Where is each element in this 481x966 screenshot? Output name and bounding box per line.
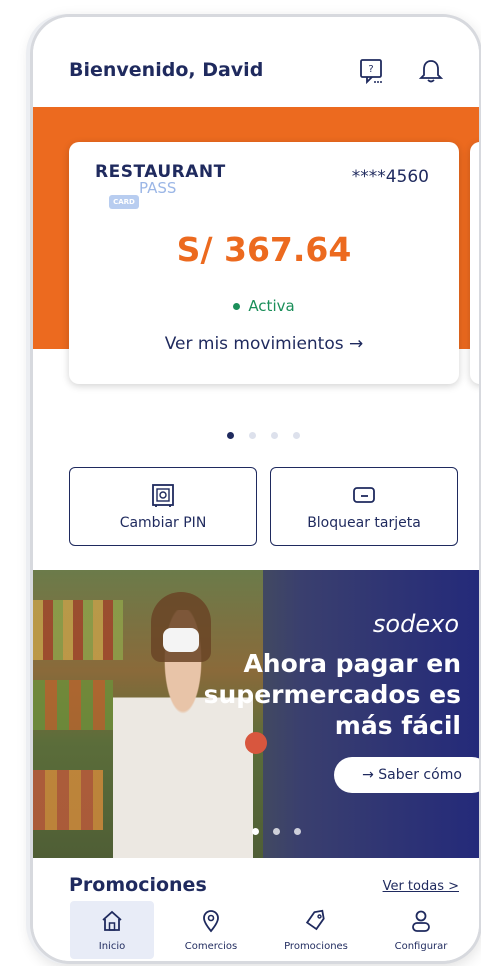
banner-photo-shelf <box>33 770 103 830</box>
status-dot <box>233 303 241 310</box>
banner-dot[interactable] <box>252 828 259 835</box>
banner-photo-shelf <box>33 600 123 660</box>
phone-frame: Bienvenido, David ? RESTAURANT PASS CARD… <box>30 14 481 964</box>
safe-icon <box>152 484 174 507</box>
banner-headline-line: Ahora pagar en <box>243 649 461 678</box>
change-pin-label: Cambiar PIN <box>119 515 207 531</box>
app-header: Bienvenido, David ? <box>33 17 479 107</box>
svg-text:?: ? <box>368 64 373 75</box>
card-icon <box>353 487 375 503</box>
banner-dot[interactable] <box>273 828 280 835</box>
location-pin-icon <box>203 910 219 933</box>
carousel-dot[interactable] <box>249 432 256 439</box>
banner-headline-line: más fácil <box>334 711 461 740</box>
sodexo-logo: sodexo <box>372 610 459 638</box>
nav-label: Comercios <box>184 941 238 952</box>
bottom-navigation: Inicio Comercios Promociones Configurar <box>33 899 479 961</box>
help-chat-icon[interactable]: ? <box>358 57 386 85</box>
learn-how-button[interactable]: → Saber cómo <box>334 757 479 793</box>
promotions-title: Promociones <box>69 874 207 896</box>
nav-item-promociones[interactable]: Promociones <box>274 901 358 959</box>
brand-logo-pass: PASS <box>139 179 177 197</box>
nav-item-comercios[interactable]: Comercios <box>169 901 253 959</box>
banner-headline: Ahora pagar en supermercados es más fáci… <box>204 648 461 741</box>
carousel-dot[interactable] <box>293 432 300 439</box>
nav-label: Promociones <box>284 941 348 952</box>
nav-item-inicio[interactable]: Inicio <box>70 901 154 959</box>
carousel-dot[interactable] <box>271 432 278 439</box>
banner-photo-shelf <box>33 680 113 730</box>
user-icon <box>412 910 430 932</box>
brand-logo-card-badge: CARD <box>109 195 139 209</box>
banner-headline-line: supermercados es <box>203 680 461 709</box>
card-summary[interactable]: RESTAURANT PASS CARD ****4560 S/ 367.64 … <box>69 142 459 384</box>
block-card-button[interactable]: Bloquear tarjeta <box>270 467 458 546</box>
home-icon <box>102 910 122 931</box>
see-all-promotions-link[interactable]: Ver todas > <box>383 879 459 894</box>
tag-icon <box>305 909 325 931</box>
nav-label: Configurar <box>394 941 448 952</box>
next-card-peek[interactable] <box>470 142 479 384</box>
card-balance: S/ 367.64 <box>176 230 352 269</box>
nav-label: Inicio <box>98 941 126 952</box>
banner-photo-mask <box>163 628 199 652</box>
change-pin-button[interactable]: Cambiar PIN <box>69 467 257 546</box>
status-text: Activa <box>248 297 295 315</box>
block-card-label: Bloquear tarjeta <box>307 515 421 531</box>
bell-icon[interactable] <box>417 57 445 85</box>
welcome-title: Bienvenido, David <box>69 59 264 81</box>
view-movements-link[interactable]: Ver mis movimientos → <box>69 334 459 354</box>
promo-banner[interactable]: sodexo Ahora pagar en supermercados es m… <box>33 570 479 858</box>
carousel-dot[interactable] <box>227 432 234 439</box>
card-status: Activa <box>69 297 459 315</box>
card-number: ****4560 <box>351 167 429 187</box>
banner-dot[interactable] <box>294 828 301 835</box>
nav-item-configurar[interactable]: Configurar <box>379 901 463 959</box>
